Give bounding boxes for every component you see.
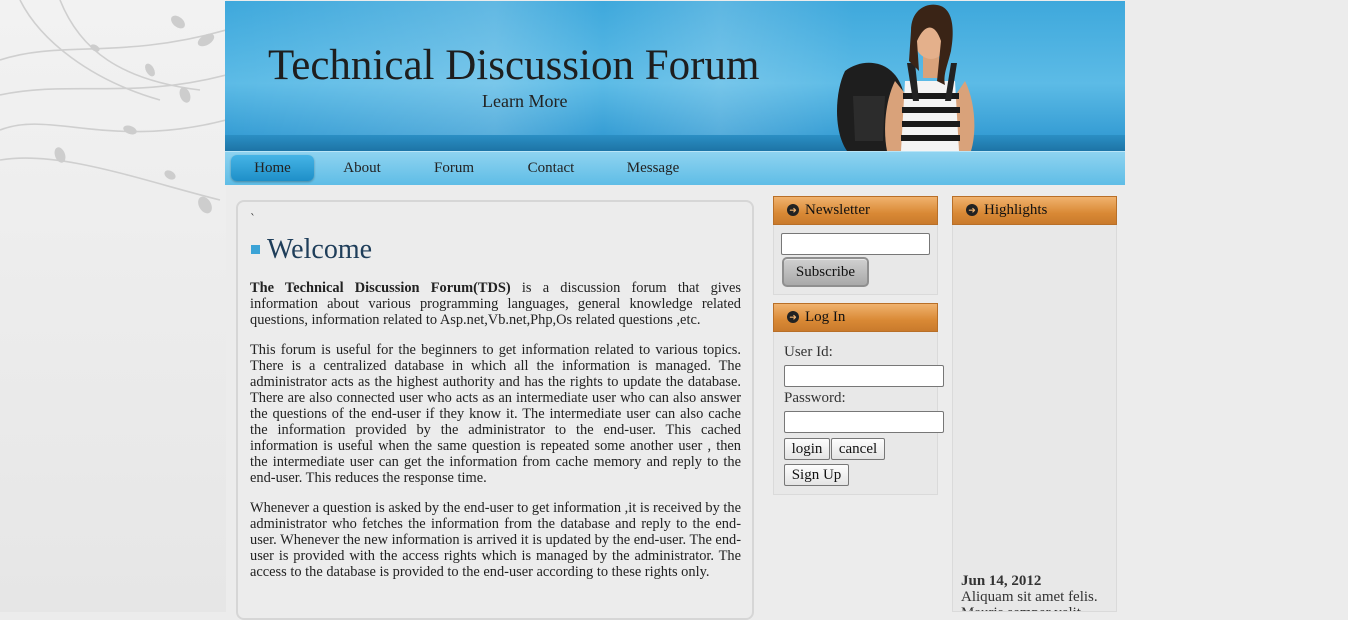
- nav-message[interactable]: Message: [617, 155, 689, 181]
- header-bottom-band: [225, 135, 1125, 151]
- login-header: ➜ Log In: [773, 303, 938, 332]
- nav-about[interactable]: About: [329, 155, 395, 181]
- site-subtitle-link[interactable]: Learn More: [482, 91, 567, 112]
- main-content: ` Welcome The Technical Discussion Forum…: [236, 200, 754, 620]
- welcome-heading-text: Welcome: [267, 234, 373, 265]
- login-button[interactable]: login: [784, 438, 830, 460]
- nav-contact[interactable]: Contact: [515, 155, 587, 181]
- highlights-body: Jun 14, 2012 Aliquam sit amet felis. Mau…: [952, 225, 1117, 612]
- nav-forum[interactable]: Forum: [421, 155, 487, 181]
- main-nav: Home About Forum Contact Message: [225, 151, 1125, 185]
- intro-paragraph: The Technical Discussion Forum(TDS) is a…: [250, 280, 741, 328]
- login-body: User Id: Password: login cancel Sign Up: [773, 332, 944, 495]
- highlight-date: Jun 14, 2012: [961, 573, 1042, 589]
- paragraph-3: Whenever a question is asked by the end-…: [250, 500, 742, 580]
- subscribe-button[interactable]: Subscribe: [782, 257, 869, 287]
- highlights-header: ➜ Highlights: [952, 196, 1117, 225]
- arrow-right-icon: ➜: [787, 310, 799, 323]
- hero-student-image: [837, 4, 975, 151]
- newsletter-box: ➜ Newsletter Subscribe: [773, 196, 938, 296]
- password-label: Password:: [784, 390, 846, 406]
- newsletter-title: Newsletter: [805, 202, 870, 218]
- login-title: Log In: [805, 309, 846, 325]
- newsletter-header: ➜ Newsletter: [773, 196, 938, 225]
- arrow-right-icon: ➜: [787, 203, 799, 216]
- userid-input[interactable]: [784, 365, 944, 387]
- vine-graphic: [0, 0, 226, 214]
- newsletter-email-input[interactable]: [781, 233, 930, 255]
- bullet-square-icon: [251, 245, 260, 255]
- newsletter-body: Subscribe: [773, 225, 938, 295]
- paragraph-2: This forum is useful for the beginners t…: [250, 342, 741, 486]
- site-title: Technical Discussion Forum: [268, 42, 760, 89]
- nav-home[interactable]: Home: [231, 155, 314, 181]
- userid-label: User Id:: [784, 344, 833, 360]
- arrow-right-icon: ➜: [966, 203, 978, 216]
- cancel-button[interactable]: cancel: [831, 438, 885, 460]
- site-header: Technical Discussion Forum Learn More: [225, 1, 1125, 151]
- welcome-heading: Welcome: [251, 234, 372, 266]
- highlights-title: Highlights: [984, 202, 1048, 218]
- stray-marker: `: [250, 212, 256, 226]
- page-container: Technical Discussion Forum Learn More Ho…: [225, 1, 1125, 620]
- password-input[interactable]: [784, 411, 944, 433]
- intro-bold-text: The Technical Discussion Forum(TDS): [250, 280, 511, 296]
- background-vine-decoration: [0, 0, 226, 612]
- login-box: ➜ Log In User Id: Password: login cancel …: [773, 303, 944, 496]
- signup-button[interactable]: Sign Up: [784, 464, 849, 486]
- highlight-text: Aliquam sit amet felis. Mauris semper ve…: [961, 589, 1098, 611]
- highlights-box: ➜ Highlights Jun 14, 2012 Aliquam sit ame…: [952, 196, 1117, 612]
